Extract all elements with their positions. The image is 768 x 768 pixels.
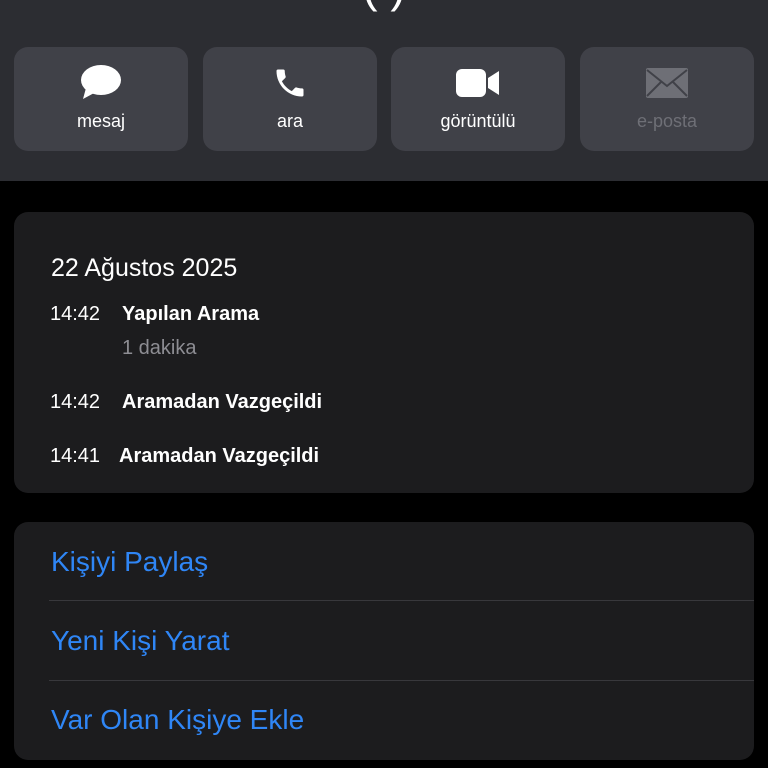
history-entry-title: Aramadan Vazgeçildi (122, 391, 323, 413)
history-entry-duration: 1 dakika (122, 337, 197, 359)
add-to-existing-contact-link[interactable]: Var Olan Kişiye Ekle (51, 704, 304, 736)
message-button-label: mesaj (76, 111, 125, 131)
email-button-label: e-posta (636, 111, 698, 131)
phone-icon (203, 65, 377, 101)
email-button[interactable]: e-posta (580, 47, 754, 151)
share-contact-link[interactable]: Kişiyi Paylaş (51, 546, 208, 578)
call-button-label: ara (276, 111, 303, 131)
mail-icon (580, 65, 754, 101)
contact-header: ( ) mesaj ara (0, 0, 768, 181)
video-button[interactable]: görüntülü (391, 47, 565, 151)
history-date: 22 Ağustos 2025 (51, 254, 238, 282)
history-entry-time: 14:42 (50, 303, 101, 325)
call-history-card: 22 Ağustos 2025 14:42 Yapılan Arama 1 da… (14, 212, 754, 493)
separator (49, 600, 754, 601)
history-entry-title: Yapılan Arama (122, 303, 260, 325)
message-button[interactable]: mesaj (14, 47, 188, 151)
video-icon (391, 65, 565, 101)
history-entry-title: Aramadan Vazgeçildi (119, 445, 320, 467)
history-entry-time: 14:41 (50, 445, 101, 467)
video-button-label: görüntülü (440, 111, 516, 131)
history-entry-time: 14:42 (50, 391, 101, 413)
call-button[interactable]: ara (203, 47, 377, 151)
create-new-contact-link[interactable]: Yeni Kişi Yarat (51, 625, 230, 657)
separator (49, 680, 754, 681)
message-icon (14, 65, 188, 101)
contact-actions-card: Kişiyi Paylaş Yeni Kişi Yarat Var Olan K… (14, 522, 754, 760)
contact-detail-screen: ( ) mesaj ara (0, 0, 768, 768)
contact-name-fragment: ( ) (0, 0, 768, 12)
